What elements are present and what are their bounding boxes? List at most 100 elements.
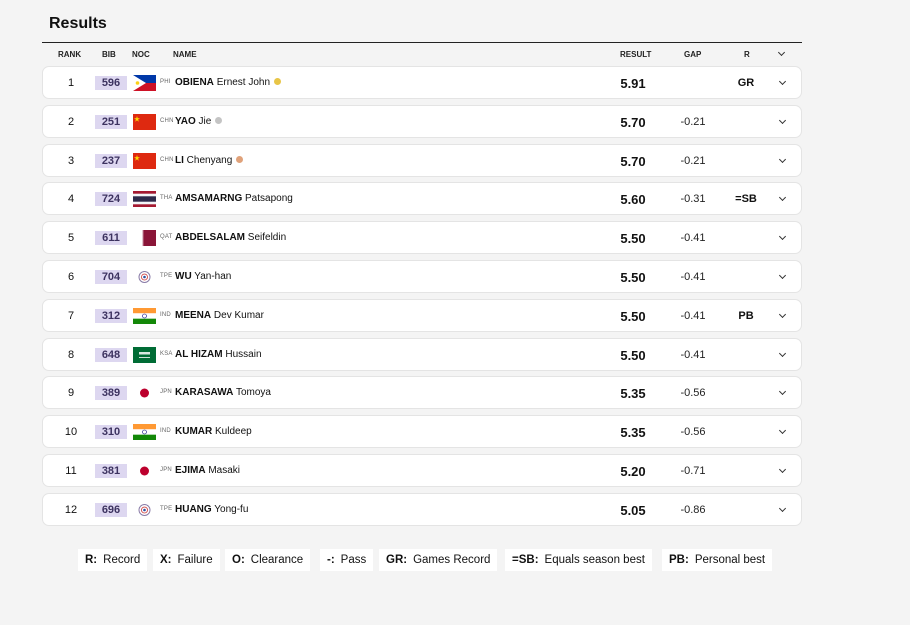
rank: 12: [64, 503, 78, 516]
bib-badge: 381: [95, 464, 127, 478]
rank: 5: [67, 232, 75, 245]
expand-all-toggle[interactable]: [777, 48, 786, 57]
result-row[interactable]: 9 389 JPN KARASAWA Tomoya 5.35 -0.56: [42, 376, 802, 410]
athlete-first-name: Masaki: [208, 465, 241, 476]
result-row[interactable]: 4 724 THA AMSAMARNG Patsapong 5.60 -0.31 =SB: [42, 182, 802, 216]
result-row[interactable]: 3 237 CHN LI Chenyang 5.70 -0.21: [42, 143, 802, 177]
chevron-down-icon[interactable]: [778, 465, 787, 474]
result-mark: 5.20: [620, 464, 646, 479]
chevron-down-icon[interactable]: [778, 349, 787, 357]
athlete-last-name: ABDELSALAM: [175, 232, 245, 244]
chevron-down-icon[interactable]: [778, 194, 787, 202]
rank: 6: [67, 271, 75, 283]
result-mark: 5.35: [620, 386, 646, 402]
noc-code: KSA: [160, 350, 173, 357]
header-rank: RANK: [58, 50, 82, 59]
result-row[interactable]: 5 611 QAT ABDELSALAM Seifeldin 5.50 -0.41: [42, 221, 802, 255]
rank: 2: [67, 115, 75, 128]
gap-value: -0.21: [680, 154, 706, 167]
athlete-last-name: LI: [175, 154, 184, 166]
bib-badge: 251: [95, 114, 127, 129]
chevron-down-icon[interactable]: [778, 271, 787, 280]
legend-text: Games Record: [413, 554, 491, 566]
rank: 9: [67, 387, 75, 400]
result-mark: 5.70: [620, 114, 646, 130]
chevron-down-icon[interactable]: [778, 504, 787, 512]
rank: 4: [67, 193, 75, 206]
legend-text: Equals season best: [544, 554, 645, 566]
silver-medal-icon: [215, 116, 223, 124]
title-divider: [42, 42, 802, 43]
result-row[interactable]: 2 251 CHN YAO Jie 5.70 -0.21: [42, 104, 802, 138]
legend-key: O:: [232, 554, 245, 566]
page-title: Results: [49, 15, 107, 32]
athlete-last-name: AMSAMARNG: [175, 193, 243, 205]
legend-item: R: Record: [78, 549, 148, 571]
result-mark: 5.50: [620, 347, 646, 363]
result-row[interactable]: 8 648 KSA AL HIZAM Hussain 5.50 -0.41: [42, 337, 802, 371]
result-row[interactable]: 6 704 TPE WU Yan-han 5.50 -0.41: [42, 260, 802, 293]
legend: R: Record X: Failure O: Clearance -: Pass GR: Gam…: [0, 549, 910, 571]
bib-badge: 312: [95, 308, 127, 323]
athlete-name: MEENA Dev Kumar: [175, 310, 264, 321]
legend-item: -: Pass: [320, 549, 374, 571]
flag-icon: [133, 75, 156, 91]
legend-item: O: Clearance: [225, 549, 311, 571]
athlete-last-name: EJIMA: [175, 465, 206, 476]
gap-value: -0.21: [680, 115, 706, 128]
chevron-down-icon[interactable]: [778, 155, 787, 163]
legend-text: Failure: [177, 554, 213, 566]
flag-icon: [133, 424, 156, 441]
rank: 10: [64, 426, 78, 439]
legend-key: GR:: [386, 554, 408, 566]
chevron-down-icon[interactable]: [778, 116, 787, 124]
athlete-first-name: Patsapong: [245, 193, 293, 205]
chevron-down-icon[interactable]: [778, 427, 787, 435]
legend-key: R:: [85, 554, 98, 566]
record-badge: PB: [738, 309, 754, 322]
result-row[interactable]: 12 696 TPE HUANG Yong-fu 5.05 -0.86: [42, 492, 802, 526]
gold-medal-icon: [274, 78, 282, 85]
result-row[interactable]: 11 381 JPN EJIMA Masaki 5.20 -0.71: [42, 454, 802, 487]
noc-code: JPN: [160, 467, 172, 473]
chevron-down-icon[interactable]: [778, 388, 787, 396]
noc-code: JPN: [160, 389, 172, 396]
flag-icon: [133, 152, 156, 169]
flag-icon: [133, 113, 156, 130]
result-row[interactable]: 1 596 PHI OBIENA Ernest John 5.91 GR: [42, 66, 802, 99]
noc-code: CHN: [160, 117, 174, 124]
legend-text: Pass: [340, 554, 367, 566]
athlete-first-name: Hussain: [225, 348, 262, 360]
athlete-last-name: HUANG: [175, 503, 212, 515]
result-mark: 5.35: [620, 425, 646, 441]
results-table-header: RANK BIB NOC NAME RESULT GAP R: [42, 46, 802, 64]
gap-value: -0.41: [680, 232, 706, 245]
chevron-down-icon[interactable]: [778, 233, 787, 241]
legend-key: X:: [160, 554, 172, 566]
athlete-name: AL HIZAM Hussain: [175, 349, 262, 360]
record-badge: =SB: [735, 193, 757, 206]
gap-value: -0.41: [680, 309, 706, 322]
chevron-down-icon[interactable]: [778, 310, 787, 318]
athlete-first-name: Seifeldin: [247, 232, 287, 244]
rank: 7: [67, 309, 75, 322]
result-mark: 5.50: [620, 270, 646, 285]
bib-badge: 611: [95, 231, 127, 246]
legend-text: Personal best: [694, 554, 766, 566]
flag-icon: [133, 269, 156, 285]
chevron-down-icon[interactable]: [778, 77, 787, 86]
noc-code: PHI: [160, 79, 171, 85]
rank: 8: [67, 348, 75, 361]
athlete-name: OBIENA Ernest John: [175, 77, 282, 88]
legend-key: -:: [327, 554, 335, 566]
result-row[interactable]: 7 312 IND MEENA Dev Kumar 5.50 -0.41 PB: [42, 298, 802, 332]
gap-value: -0.71: [680, 465, 706, 477]
athlete-first-name: Ernest John: [216, 77, 271, 88]
header-bib: BIB: [102, 50, 116, 59]
result-row[interactable]: 10 310 IND KUMAR Kuldeep 5.35 -0.56: [42, 415, 802, 449]
bib-badge: 389: [95, 386, 127, 401]
athlete-first-name: Kuldeep: [215, 426, 252, 438]
flag-icon: [133, 501, 156, 518]
athlete-name: LI Chenyang: [175, 154, 244, 166]
athlete-last-name: AL HIZAM: [175, 348, 223, 360]
